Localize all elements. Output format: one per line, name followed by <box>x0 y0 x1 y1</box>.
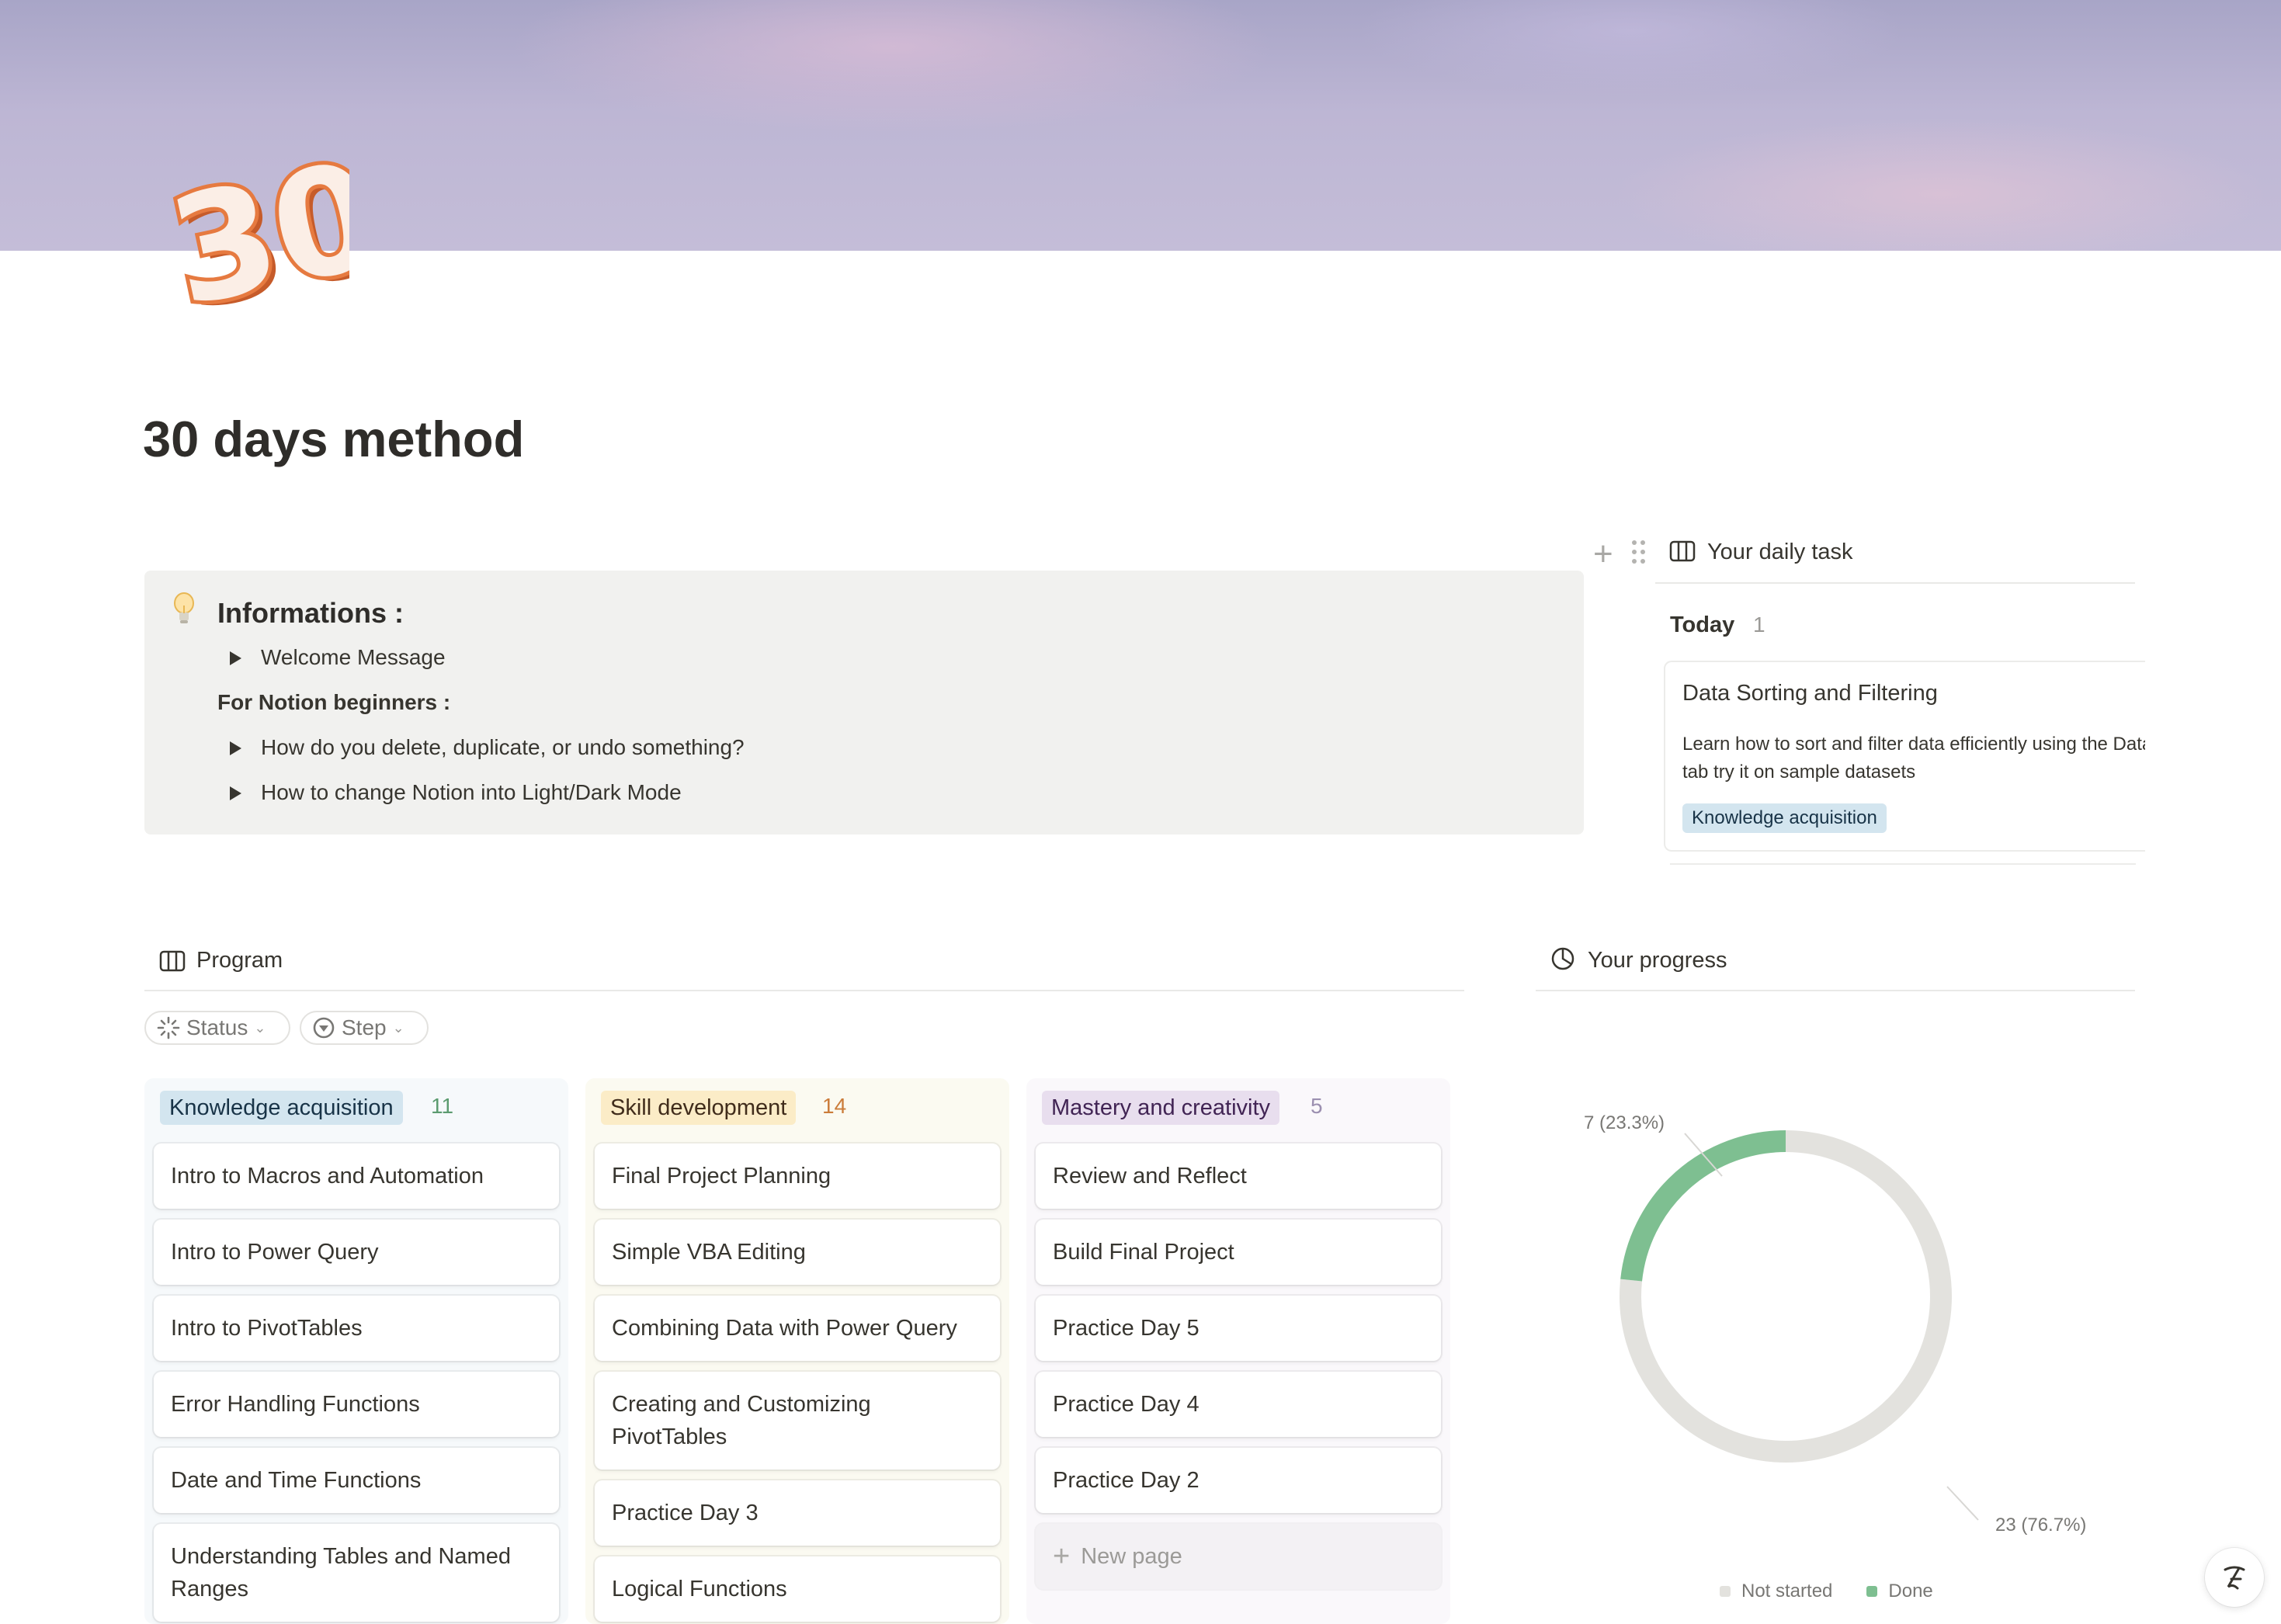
page-title[interactable]: 30 days method <box>143 408 524 470</box>
beginners-heading: For Notion beginners : <box>217 690 451 714</box>
legend-swatch-not-started <box>1720 1586 1731 1597</box>
card-title: Final Project Planning <box>612 1164 832 1189</box>
group-count: 1 <box>1753 612 1765 637</box>
new-page-label: New page <box>1081 1544 1182 1569</box>
legend-label-not-started: Not started <box>1741 1581 1833 1601</box>
callout-title: Informations : <box>217 597 404 629</box>
drag-handle-icon[interactable] <box>1630 539 1647 565</box>
board-card[interactable]: Build Final Project <box>1036 1220 1441 1285</box>
step-filter-button[interactable]: Step ⌄ <box>300 1011 429 1045</box>
donut-slice-done[interactable] <box>1620 1130 1786 1282</box>
legend-swatch-done <box>1866 1586 1878 1597</box>
progress-view-title[interactable]: Your progress <box>1588 946 1727 975</box>
board-card[interactable]: Understanding Tables and Named Ranges <box>154 1524 559 1622</box>
card-title: Practice Day 4 <box>1053 1392 1200 1417</box>
notion-ai-icon <box>2224 1566 2245 1590</box>
status-filter-label: Status <box>186 1015 248 1039</box>
card-title: Date and Time Functions <box>171 1468 422 1493</box>
card-title: Combining Data with Power Query <box>612 1316 957 1341</box>
column-count: 11 <box>431 1094 454 1118</box>
plus-icon: + <box>1053 1540 1071 1573</box>
board-card[interactable]: Intro to Power Query <box>154 1220 559 1285</box>
card-title: Practice Day 2 <box>1053 1468 1200 1493</box>
card-title: Practice Day 3 <box>612 1501 759 1525</box>
board-card[interactable]: Practice Day 5 <box>1036 1296 1441 1361</box>
card-title: Build Final Project <box>1053 1240 1234 1265</box>
step-filter-label: Step <box>342 1015 387 1039</box>
toggle-triangle[interactable] <box>230 786 241 800</box>
board-column-knowledge-acquisition: Knowledge acquisition 11 Intro to Macros… <box>144 1078 568 1624</box>
board-card[interactable]: Logical Functions <box>595 1556 1000 1622</box>
card-title: Creating and Customizing PivotTables <box>612 1392 871 1449</box>
select-property-icon <box>313 1017 335 1039</box>
info-callout: Informations : Welcome Message For Notio… <box>144 571 1584 835</box>
board-card[interactable]: Combining Data with Power Query <box>595 1296 1000 1361</box>
card-title: Error Handling Functions <box>171 1392 420 1417</box>
number-30-icon[interactable]: 30 30 <box>163 155 349 318</box>
board-card[interactable]: Intro to PivotTables <box>154 1296 559 1361</box>
board-card[interactable]: Review and Reflect <box>1036 1143 1441 1209</box>
toggle-triangle[interactable] <box>230 651 241 665</box>
divider <box>1655 582 2135 584</box>
card-title: Practice Day 5 <box>1053 1316 1200 1341</box>
board-card[interactable]: Final Project Planning <box>595 1143 1000 1209</box>
group-label-today: Today <box>1670 612 1735 637</box>
board-card[interactable]: Intro to Macros and Automation <box>154 1143 559 1209</box>
daily-task-card[interactable]: Data Sorting and Filtering Learn how to … <box>1664 661 2145 852</box>
lightbulb-icon[interactable] <box>172 592 196 629</box>
card-tag: Knowledge acquisition <box>1682 803 1887 833</box>
board-card[interactable]: Practice Day 2 <box>1036 1448 1441 1513</box>
legend-label-done: Done <box>1888 1581 1933 1601</box>
card-title: Simple VBA Editing <box>612 1240 806 1265</box>
board-card[interactable]: Error Handling Functions <box>154 1372 559 1437</box>
divider <box>1536 990 2135 991</box>
column-header[interactable]: Knowledge acquisition <box>160 1091 403 1125</box>
help-button[interactable] <box>2205 1548 2264 1607</box>
add-block-icon[interactable]: + <box>1593 537 1613 571</box>
chart-legend: Not started Done <box>1720 1581 1933 1602</box>
card-title: Intro to Power Query <box>171 1240 379 1265</box>
chevron-down-icon: ⌄ <box>254 1019 266 1036</box>
board-card[interactable]: Simple VBA Editing <box>595 1220 1000 1285</box>
column-header[interactable]: Skill development <box>601 1091 797 1125</box>
board-card[interactable]: Practice Day 4 <box>1036 1372 1441 1437</box>
card-title: Review and Reflect <box>1053 1164 1247 1189</box>
card-description: Learn how to sort and filter data effici… <box>1682 734 2145 783</box>
card-title: Intro to PivotTables <box>171 1316 363 1341</box>
status-filter-button[interactable]: Status ⌄ <box>144 1011 290 1045</box>
progress-donut-chart[interactable]: 7 (23.3%) 23 (76.7%) <box>1584 1102 2127 1537</box>
divider <box>144 990 1464 991</box>
pie-chart-icon <box>1551 947 1574 970</box>
toggle-welcome-message[interactable]: Welcome Message <box>261 645 446 670</box>
card-title: Logical Functions <box>612 1577 787 1601</box>
done-data-label: 7 (23.3%) <box>1584 1112 1665 1133</box>
not-started-data-label: 23 (76.7%) <box>1995 1515 2086 1536</box>
toggle-triangle[interactable] <box>230 741 241 755</box>
board-view-icon <box>1669 540 1696 562</box>
card-title: Data Sorting and Filtering <box>1682 681 1938 706</box>
board-view-icon <box>159 950 186 972</box>
column-count: 14 <box>822 1094 847 1118</box>
daily-task-view-title[interactable]: Your daily task <box>1707 537 1853 567</box>
card-title: Understanding Tables and Named Ranges <box>171 1544 511 1601</box>
chevron-down-icon: ⌄ <box>392 1019 404 1036</box>
board-column-mastery-and-creativity: Mastery and creativity 5 Review and Refl… <box>1026 1078 1450 1624</box>
loading-status-icon <box>157 1016 180 1039</box>
new-page-button[interactable]: + New page <box>1036 1524 1441 1589</box>
divider <box>1670 863 2136 865</box>
svg-text:30: 30 <box>163 155 349 318</box>
board-column-skill-development: Skill development 14 Final Project Plann… <box>585 1078 1009 1624</box>
toggle-delete-duplicate[interactable]: How do you delete, duplicate, or undo so… <box>261 735 745 760</box>
program-view-title[interactable]: Program <box>196 946 283 975</box>
toggle-light-dark-mode[interactable]: How to change Notion into Light/Dark Mod… <box>261 780 682 805</box>
board-card[interactable]: Practice Day 3 <box>595 1480 1000 1546</box>
column-count: 5 <box>1311 1094 1323 1118</box>
board-card[interactable]: Date and Time Functions <box>154 1448 559 1513</box>
card-title: Intro to Macros and Automation <box>171 1164 484 1189</box>
board-card[interactable]: Creating and Customizing PivotTables <box>595 1372 1000 1470</box>
column-header[interactable]: Mastery and creativity <box>1042 1091 1280 1125</box>
